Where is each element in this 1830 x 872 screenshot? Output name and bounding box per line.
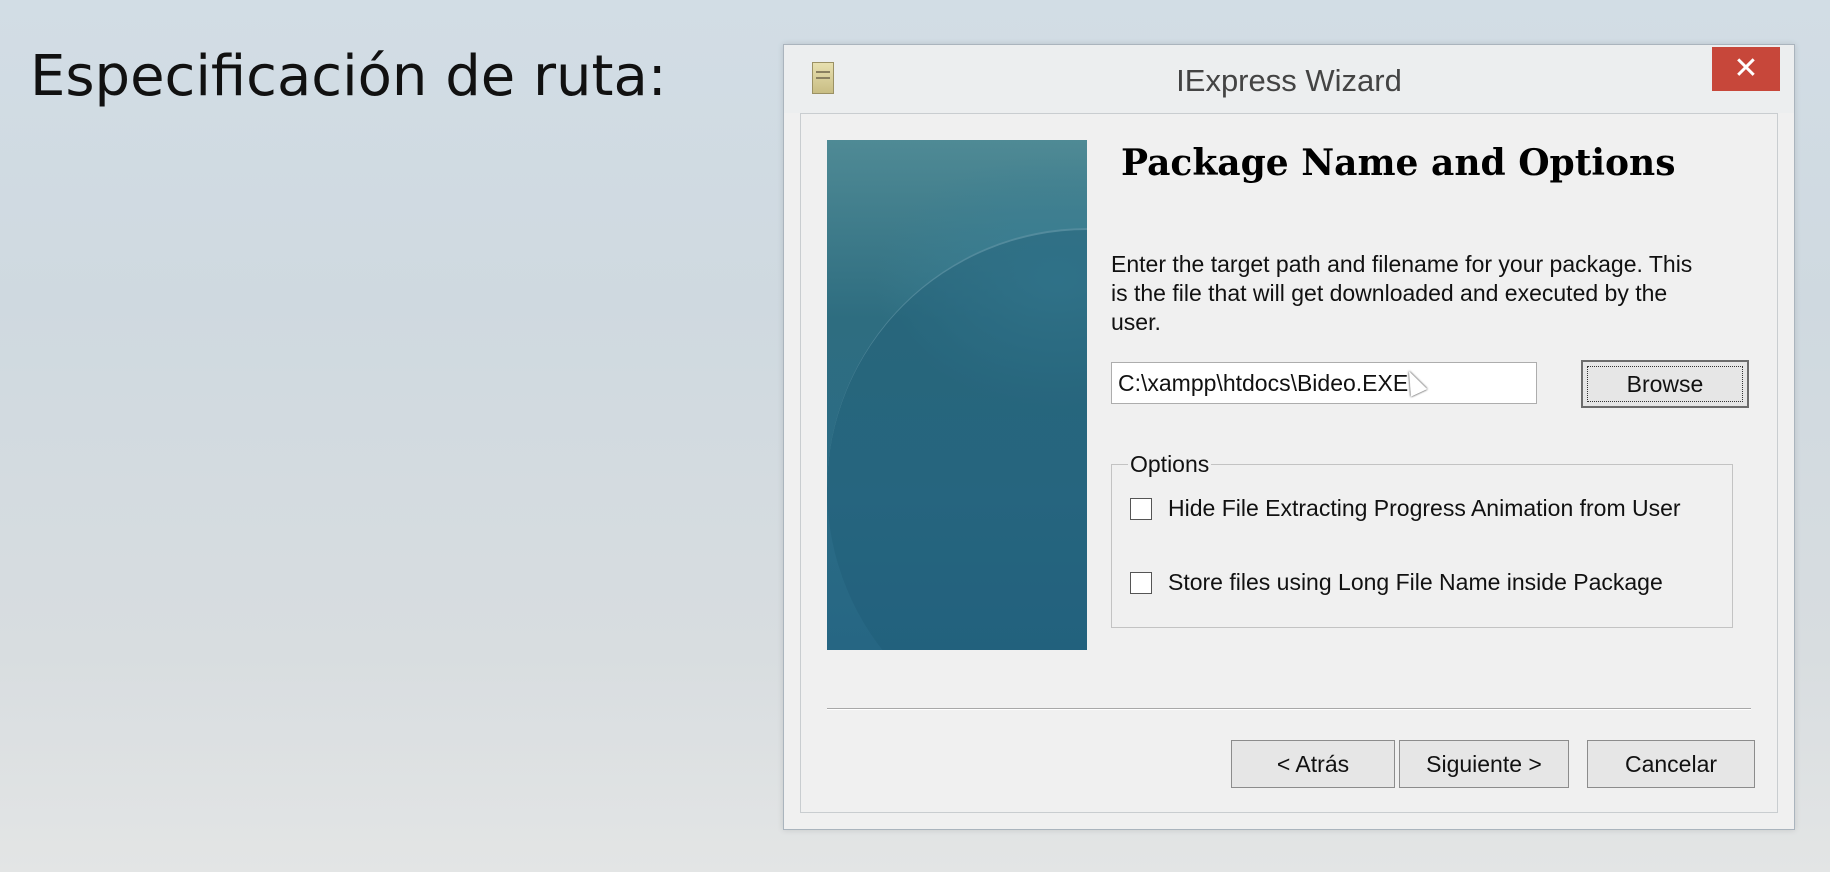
next-button[interactable]: Siguiente > xyxy=(1399,740,1569,788)
browse-button-label: Browse xyxy=(1587,366,1743,402)
option-label: Store files using Long File Name inside … xyxy=(1168,569,1663,595)
cancel-button[interactable]: Cancelar xyxy=(1587,740,1755,788)
options-group-label: Options xyxy=(1128,451,1212,478)
target-path-input[interactable] xyxy=(1111,362,1537,404)
option-label: Hide File Extracting Progress Animation … xyxy=(1168,495,1681,521)
wizard-page: Package Name and Options Enter the targe… xyxy=(800,113,1778,813)
footer-separator xyxy=(827,708,1751,710)
iexpress-wizard-window: IExpress Wizard ✕ Package Name and Optio… xyxy=(783,44,1795,830)
close-button[interactable]: ✕ xyxy=(1712,47,1780,91)
hide-progress-checkbox[interactable] xyxy=(1130,497,1152,520)
browse-button[interactable]: Browse xyxy=(1581,360,1749,408)
long-file-name-checkbox[interactable] xyxy=(1130,571,1152,594)
option-hide-progress-animation[interactable]: Hide File Extracting Progress Animation … xyxy=(1130,495,1681,522)
options-group: Options Hide File Extracting Progress An… xyxy=(1111,451,1733,628)
title-bar[interactable]: IExpress Wizard ✕ xyxy=(784,45,1794,113)
back-button[interactable]: < Atrás xyxy=(1231,740,1395,788)
window-title: IExpress Wizard xyxy=(1176,63,1402,98)
wizard-banner-image xyxy=(827,140,1087,650)
slide-title: Especificación de ruta: xyxy=(30,44,667,109)
page-heading: Package Name and Options xyxy=(1121,142,1676,184)
page-description: Enter the target path and filename for y… xyxy=(1111,251,1693,335)
option-long-file-names[interactable]: Store files using Long File Name inside … xyxy=(1130,569,1663,596)
